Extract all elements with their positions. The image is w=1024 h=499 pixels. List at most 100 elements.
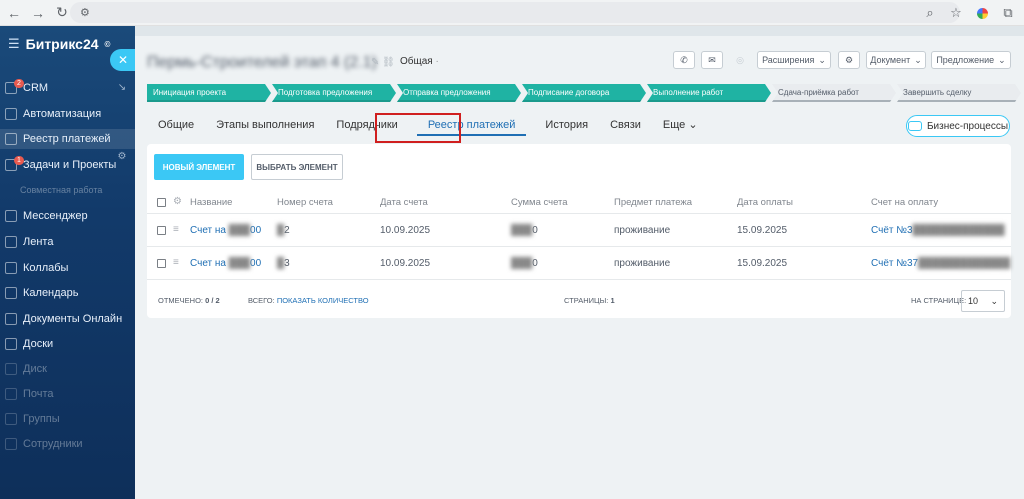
sidebar-item-docs[interactable]: Документы Онлайн — [0, 309, 135, 329]
stage-prepare-offer[interactable]: Подготовка предложения — [272, 84, 396, 102]
row-invoice[interactable]: Счёт №37 █████████████ — [871, 248, 1010, 279]
col-name[interactable]: Название — [190, 192, 232, 213]
total-label: ВСЕГО: — [248, 295, 275, 305]
tasks-icon: 1 — [5, 156, 24, 171]
address-bar[interactable]: ⚙ — [70, 2, 960, 23]
settings-button[interactable]: ⚙ — [838, 51, 860, 69]
stage-work-execution[interactable]: Выполнение работ — [647, 84, 771, 102]
bookmark-star-icon[interactable]: ☆ — [946, 3, 966, 23]
offer-button[interactable]: Предложение ⌄ — [931, 51, 1011, 69]
sidebar-item-label: Диск — [23, 363, 47, 375]
table-row[interactable]: ≡ Счет на ███ 00 █ 3 10.09.2025 ███ 0 прожи… — [147, 248, 1011, 280]
row-number-text: 2 — [284, 225, 290, 236]
show-count-link[interactable]: ПОКАЗАТЬ КОЛИЧЕСТВО — [277, 296, 369, 305]
redacted: ███ — [228, 225, 251, 236]
expansions-button[interactable]: Расширения ⌄ — [757, 51, 831, 69]
row-name-tail: 00 — [250, 258, 262, 269]
sidebar-item-label: Календарь — [23, 287, 79, 299]
share-icon[interactable]: ↘ — [112, 78, 132, 96]
sidebar-item-label: Реестр платежей — [23, 133, 111, 145]
sidebar-item-label: Документы Онлайн — [23, 313, 123, 325]
envelope-icon: ✉ — [708, 54, 716, 65]
select-all-checkbox[interactable] — [157, 198, 166, 207]
calendar-icon — [5, 287, 17, 299]
redacted: ███ — [228, 258, 251, 269]
call-button[interactable]: ✆ — [673, 51, 695, 69]
title-edit-icons[interactable]: ✎ ⛓ — [371, 57, 395, 68]
disk-icon — [5, 363, 17, 375]
redacted: █ — [277, 258, 285, 269]
sidebar-item-calendar[interactable]: Календарь — [0, 283, 135, 303]
pages-info: СТРАНИЦЫ: 1 — [564, 296, 615, 305]
sidebar-item-collabs[interactable]: Коллабы — [0, 258, 135, 278]
gear-icon[interactable]: ⚙ — [173, 196, 183, 207]
category-selector[interactable]: Общая · — [400, 56, 439, 67]
business-processes-button[interactable]: Бизнес-процессы — [906, 115, 1010, 137]
row-checkbox[interactable] — [157, 259, 166, 268]
row-name[interactable]: Счет на ███ 00 — [190, 248, 261, 279]
tab-more[interactable]: Еще — [652, 114, 709, 136]
chevron-down-icon: · — [435, 56, 439, 67]
new-element-button[interactable]: НОВЫЙ ЭЛЕМЕНТ — [154, 154, 244, 180]
col-sum[interactable]: Сумма счета — [511, 192, 568, 213]
stage-complete-deal[interactable]: Завершить сделку — [897, 84, 1021, 102]
sidebar-item-disk[interactable]: Диск — [0, 359, 135, 379]
document-button[interactable]: Документ ⌄ — [866, 51, 926, 69]
sidebar-item-mail[interactable]: Почта — [0, 384, 135, 404]
sidebar-item-boards[interactable]: Доски — [0, 334, 135, 354]
tab-links[interactable]: Связи — [599, 114, 652, 136]
stage-sign-contract[interactable]: Подписание договора — [522, 84, 646, 102]
row-invoice[interactable]: Счёт №3 █████████████ — [871, 215, 1005, 246]
col-invoice[interactable]: Счет на оплату — [871, 192, 938, 213]
redacted: ███ — [511, 258, 533, 269]
row-menu-icon[interactable]: ≡ — [173, 224, 183, 235]
site-settings-icon[interactable]: ⚙ — [80, 6, 90, 19]
stage-initiation[interactable]: Инициация проекта — [147, 84, 271, 102]
profile-icon[interactable] — [972, 3, 992, 23]
close-icon: ✕ — [117, 53, 129, 67]
sidebar-item-label: Сотрудники — [23, 438, 83, 450]
col-date[interactable]: Дата счета — [380, 192, 428, 213]
sidebar-item-payments[interactable]: Реестр платежей — [0, 129, 135, 149]
row-name-text: Счет на — [190, 225, 226, 236]
row-checkbox[interactable] — [157, 226, 166, 235]
sidebar-section-collab[interactable]: Совместная работа — [20, 185, 102, 195]
stage-acceptance[interactable]: Сдача-приёмка работ — [772, 84, 896, 102]
close-slider-button[interactable]: ✕ — [110, 49, 136, 71]
col-subject[interactable]: Предмет платежа — [614, 192, 692, 213]
back-icon[interactable]: ← — [2, 1, 26, 25]
tab-history[interactable]: История — [534, 114, 599, 136]
col-number[interactable]: Номер счета — [277, 192, 333, 213]
stage-send-offer[interactable]: Отправка предложения — [397, 84, 521, 102]
extensions-icon[interactable]: ⧉ — [998, 3, 1018, 23]
forward-icon[interactable]: → — [26, 1, 50, 25]
row-menu-icon[interactable]: ≡ — [173, 257, 183, 268]
sidebar-item-automation[interactable]: Автоматизация — [0, 104, 135, 124]
tab-general[interactable]: Общие — [147, 114, 205, 136]
whatsapp-button[interactable]: ◎ — [729, 51, 751, 69]
pages-value: 1 — [610, 295, 615, 305]
sidebar-item-feed[interactable]: Лента — [0, 232, 135, 252]
background-strip — [135, 26, 1024, 36]
email-button[interactable]: ✉ — [701, 51, 723, 69]
row-paid-date: 15.09.2025 — [737, 258, 788, 269]
settings-icon[interactable]: ⚙ — [112, 147, 132, 165]
table-row[interactable]: ≡ Счет на ███ 00 █ 2 10.09.2025 ███ 0 прожи… — [147, 215, 1011, 247]
row-name[interactable]: Счет на ███ 00 — [190, 215, 261, 246]
sidebar-item-label: Группы — [23, 413, 60, 425]
logo[interactable]: ☰ Битрикс24 © — [8, 36, 110, 52]
per-page-select[interactable]: 10 ⌄ — [961, 290, 1005, 312]
sidebar-item-messenger[interactable]: Мессенджер — [0, 206, 135, 226]
tab-stages[interactable]: Этапы выполнения — [205, 114, 325, 136]
sidebar-item-groups[interactable]: Группы — [0, 409, 135, 429]
pages-label: СТРАНИЦЫ: — [564, 295, 609, 305]
menu-icon[interactable]: ☰ — [8, 36, 20, 52]
row-invoice-text: Счёт №37 — [871, 258, 919, 269]
sidebar-item-label: Автоматизация — [23, 108, 102, 120]
zoom-icon[interactable]: ⌕ — [920, 3, 940, 23]
collabs-icon — [5, 262, 17, 274]
choose-element-button[interactable]: ВЫБРАТЬ ЭЛЕМЕНТ — [251, 154, 343, 180]
redacted: █████████████ — [912, 225, 1005, 236]
col-paid-date[interactable]: Дата оплаты — [737, 192, 793, 213]
sidebar-item-employees[interactable]: Сотрудники — [0, 434, 135, 454]
